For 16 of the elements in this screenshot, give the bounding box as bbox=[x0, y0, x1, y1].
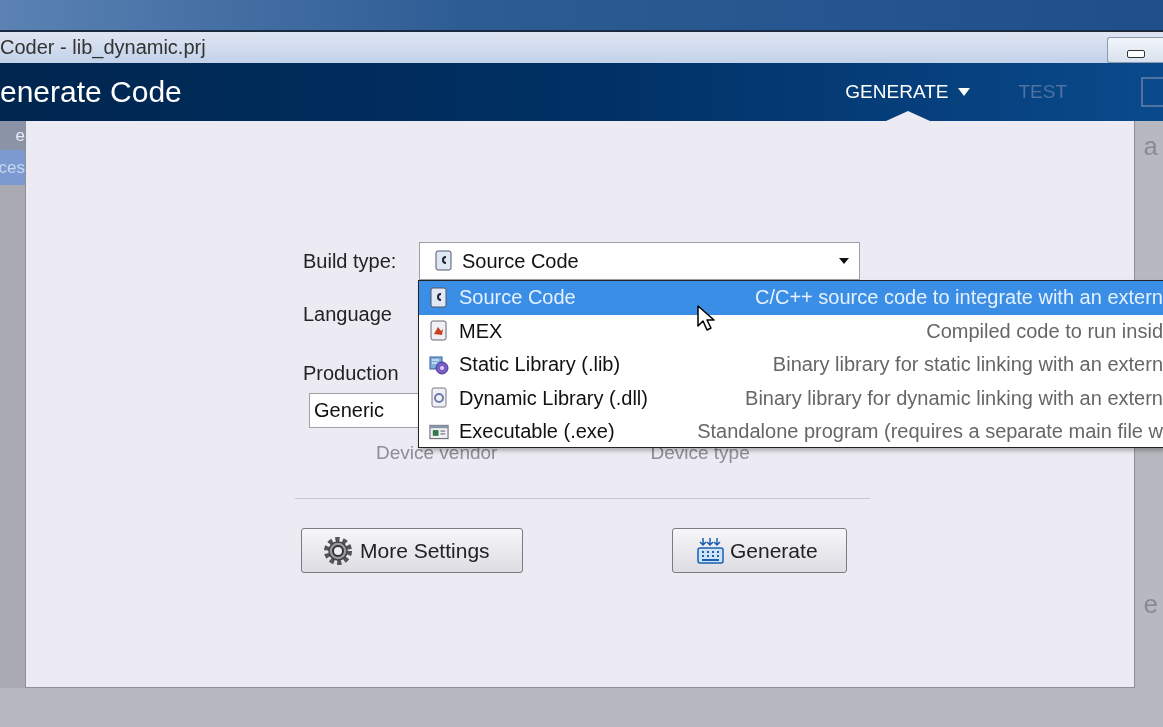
option-description: Standalone program (requires a separate main file w bbox=[697, 420, 1163, 444]
option-name: Dynamic Library (.dll) bbox=[459, 386, 648, 410]
page-title: enerate Code bbox=[0, 75, 183, 109]
option-description: Binary library for static linking with an extern bbox=[772, 353, 1163, 377]
option-description: Compiled code to run insid bbox=[926, 319, 1163, 343]
field-label: Production bbox=[303, 362, 399, 385]
field-label: Build type: bbox=[303, 249, 398, 273]
option-name: Executable (.exe) bbox=[459, 420, 615, 444]
window-title: Coder - lib_dynamic.prj bbox=[0, 36, 206, 59]
field-label: Language bbox=[303, 302, 392, 326]
option-name: Static Library (.lib) bbox=[459, 353, 621, 377]
option-description: Binary library for dynamic linking with an extern bbox=[745, 386, 1163, 410]
option-name: Source Code bbox=[459, 286, 576, 310]
option-description: C/C++ source code to integrate with an extern bbox=[755, 286, 1163, 310]
field-caption: Device vendor bbox=[376, 442, 498, 464]
option-name: MEX bbox=[459, 319, 503, 343]
